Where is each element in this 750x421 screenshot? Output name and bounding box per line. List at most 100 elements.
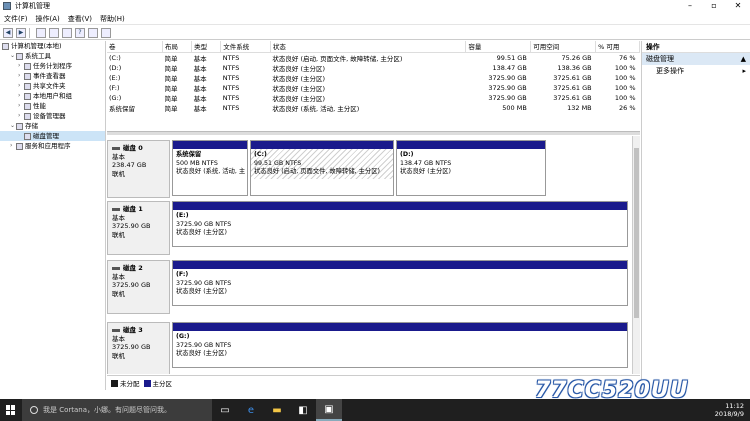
store-icon[interactable]: ◧ bbox=[290, 399, 316, 421]
disk-view-scrollbar[interactable] bbox=[632, 136, 640, 374]
partition-title: (G:) bbox=[176, 333, 190, 340]
tree-item[interactable]: › 服务和应用程序 bbox=[0, 141, 105, 151]
maximize-button[interactable]: ▫ bbox=[702, 0, 726, 12]
column-header[interactable]: 布局 bbox=[162, 41, 193, 53]
properties-icon[interactable] bbox=[62, 27, 72, 38]
log-icon bbox=[24, 72, 31, 80]
detail-view-icon[interactable] bbox=[101, 27, 111, 38]
menu-help[interactable]: 帮助(H) bbox=[100, 14, 125, 24]
tree-item[interactable]: › 事件查看器 bbox=[0, 71, 105, 81]
table-cell: 简单 bbox=[164, 74, 178, 83]
table-cell: 状态良好 (系统, 活动, 主分区) bbox=[272, 104, 360, 113]
start-button[interactable] bbox=[0, 399, 22, 421]
title-bar: 计算机管理 – ▫ ✕ bbox=[0, 0, 750, 12]
partition-size: 3725.90 GB NTFS bbox=[176, 220, 232, 228]
window-title: 计算机管理 bbox=[15, 2, 50, 10]
table-cell: 100 % bbox=[614, 63, 636, 72]
disk-drive-icon bbox=[112, 146, 120, 150]
disk-info[interactable]: 磁盘 2 基本 3725.90 GB 联机 bbox=[107, 260, 170, 314]
tree-item[interactable]: › 性能 bbox=[0, 101, 105, 111]
partition-status: 状态良好 (启动, 页面文件, 故障转储, 主分区) bbox=[254, 168, 380, 175]
column-header[interactable]: 类型 bbox=[191, 41, 222, 53]
edge-browser-icon[interactable]: e bbox=[238, 399, 264, 421]
help-icon[interactable]: ? bbox=[75, 27, 85, 38]
menu-file[interactable]: 文件(F) bbox=[4, 14, 28, 24]
partition[interactable]: (F:) 3725.90 GB NTFS 状态良好 (主分区) bbox=[172, 260, 628, 306]
task-view-icon[interactable]: ▭ bbox=[212, 399, 238, 421]
partition[interactable]: (G:) 3725.90 GB NTFS 状态良好 (主分区) bbox=[172, 322, 628, 368]
table-cell: 基本 bbox=[193, 64, 207, 73]
tree-item[interactable]: › 共享文件夹 bbox=[0, 81, 105, 91]
list-view-icon[interactable] bbox=[88, 27, 98, 38]
tree-item-label: 任务计划程序 bbox=[33, 62, 72, 70]
column-header[interactable]: 可用空间 bbox=[530, 41, 597, 53]
disk-status: 联机 bbox=[112, 351, 125, 360]
tree-item[interactable]: › 本地用户和组 bbox=[0, 91, 105, 101]
tree-item-label: 事件查看器 bbox=[33, 72, 66, 80]
cortana-search-box[interactable]: 我是 Cortana，小娜。有问题尽管问我。 bbox=[22, 399, 212, 421]
tree-item-label: 本地用户和组 bbox=[33, 92, 72, 100]
table-cell: 100 % bbox=[614, 93, 636, 102]
folder-up-icon[interactable] bbox=[36, 27, 46, 38]
forward-arrow-icon[interactable]: ▶ bbox=[16, 27, 26, 38]
actions-header: 操作 bbox=[642, 41, 750, 53]
computer-management-task-icon[interactable]: ▣ bbox=[316, 399, 342, 421]
table-cell: 76 % bbox=[618, 53, 636, 62]
tree-item[interactable]: › 设备管理器 bbox=[0, 111, 105, 121]
legend-swatch bbox=[143, 379, 151, 387]
table-row[interactable]: (F:) 简单 基本 NTFS 状态良好 (主分区) 3725.90 GB 3725.61 … bbox=[107, 83, 640, 93]
partition-bar bbox=[251, 141, 393, 149]
pane-splitter[interactable] bbox=[107, 131, 640, 135]
partition-title: (D:) bbox=[400, 151, 414, 158]
disk-status: 联机 bbox=[112, 230, 125, 239]
table-row[interactable]: (E:) 简单 基本 NTFS 状态良好 (主分区) 3725.90 GB 3725.61 … bbox=[107, 73, 640, 83]
menu-action[interactable]: 操作(A) bbox=[36, 14, 60, 24]
tree-item-label: 存储 bbox=[25, 122, 38, 130]
partition-bar bbox=[173, 141, 247, 149]
menu-bar: 文件(F) 操作(A) 查看(V) 帮助(H) bbox=[0, 13, 750, 25]
tree-item-label: 共享文件夹 bbox=[33, 82, 66, 90]
file-explorer-icon[interactable]: ▬ bbox=[264, 399, 290, 421]
legend-label: 未分配 bbox=[120, 380, 140, 388]
tree-item[interactable]: ⌄ 系统工具 bbox=[0, 51, 105, 61]
disk-info[interactable]: 磁盘 3 基本 3725.90 GB 联机 bbox=[107, 322, 170, 374]
table-row[interactable]: 系统保留 简单 基本 NTFS 状态良好 (系统, 活动, 主分区) 500 MB 132 … bbox=[107, 103, 640, 113]
table-cell: (G:) bbox=[109, 93, 122, 102]
storage-icon bbox=[16, 122, 23, 130]
table-cell: 500 MB bbox=[502, 103, 527, 112]
disk-info[interactable]: 磁盘 0 基本 238.47 GB 联机 bbox=[107, 140, 170, 198]
disk-info[interactable]: 磁盘 1 基本 3725.90 GB 联机 bbox=[107, 201, 170, 255]
column-header[interactable]: % 可用 bbox=[595, 41, 640, 53]
system-clock[interactable]: 11:12 2018/9/9 bbox=[715, 399, 744, 421]
table-cell: 132 MB bbox=[567, 103, 592, 112]
table-cell: NTFS bbox=[222, 83, 240, 92]
actions-disk-management[interactable]: 磁盘管理 ▲ bbox=[642, 53, 750, 65]
scrollbar-thumb[interactable] bbox=[634, 148, 639, 318]
table-row[interactable]: (G:) 简单 基本 NTFS 状态良好 (主分区) 3725.90 GB 3725.61 … bbox=[107, 93, 640, 103]
column-header[interactable]: 文件系统 bbox=[220, 41, 271, 53]
partition[interactable]: (E:) 3725.90 GB NTFS 状态良好 (主分区) bbox=[172, 201, 628, 247]
partition[interactable]: 系统保留 500 MB NTFS 状态良好 (系统, 活动, 主 bbox=[172, 140, 248, 196]
tree-item[interactable]: › 任务计划程序 bbox=[0, 61, 105, 71]
show-hide-tree-icon[interactable] bbox=[49, 27, 59, 38]
minimize-button[interactable]: – bbox=[678, 0, 702, 12]
back-arrow-icon[interactable]: ◀ bbox=[3, 27, 13, 38]
close-button[interactable]: ✕ bbox=[726, 0, 750, 12]
menu-view[interactable]: 查看(V) bbox=[68, 14, 92, 24]
column-header[interactable]: 容量 bbox=[465, 41, 532, 53]
table-row[interactable]: (D:) 简单 基本 NTFS 状态良好 (主分区) 138.47 GB 138.36 GB… bbox=[107, 63, 640, 73]
partition-title: (F:) bbox=[176, 271, 189, 278]
partition-title: (E:) bbox=[176, 212, 189, 219]
tree-item[interactable]: ⌄ 存储 bbox=[0, 121, 105, 131]
partition[interactable]: (D:) 138.47 GB NTFS 状态良好 (主分区) bbox=[396, 140, 546, 196]
column-header[interactable]: 卷 bbox=[107, 41, 163, 53]
tree-item-label: 系统工具 bbox=[25, 52, 51, 60]
table-cell: NTFS bbox=[222, 103, 240, 112]
tree-item[interactable]: 计算机管理(本地) bbox=[0, 41, 105, 51]
column-header[interactable]: 状态 bbox=[270, 41, 467, 53]
submenu-arrow-icon: ▸ bbox=[742, 67, 746, 75]
more-actions-item[interactable]: 更多操作 ▸ bbox=[642, 65, 750, 77]
table-row[interactable]: (C:) 简单 基本 NTFS 状态良好 (启动, 页面文件, 故障转储, 主分区) 99… bbox=[107, 52, 640, 63]
partition[interactable]: (C:) 99.51 GB NTFS 状态良好 (启动, 页面文件, 故障转储, 主… bbox=[250, 140, 394, 196]
tree-item[interactable]: 磁盘管理 bbox=[0, 131, 105, 141]
